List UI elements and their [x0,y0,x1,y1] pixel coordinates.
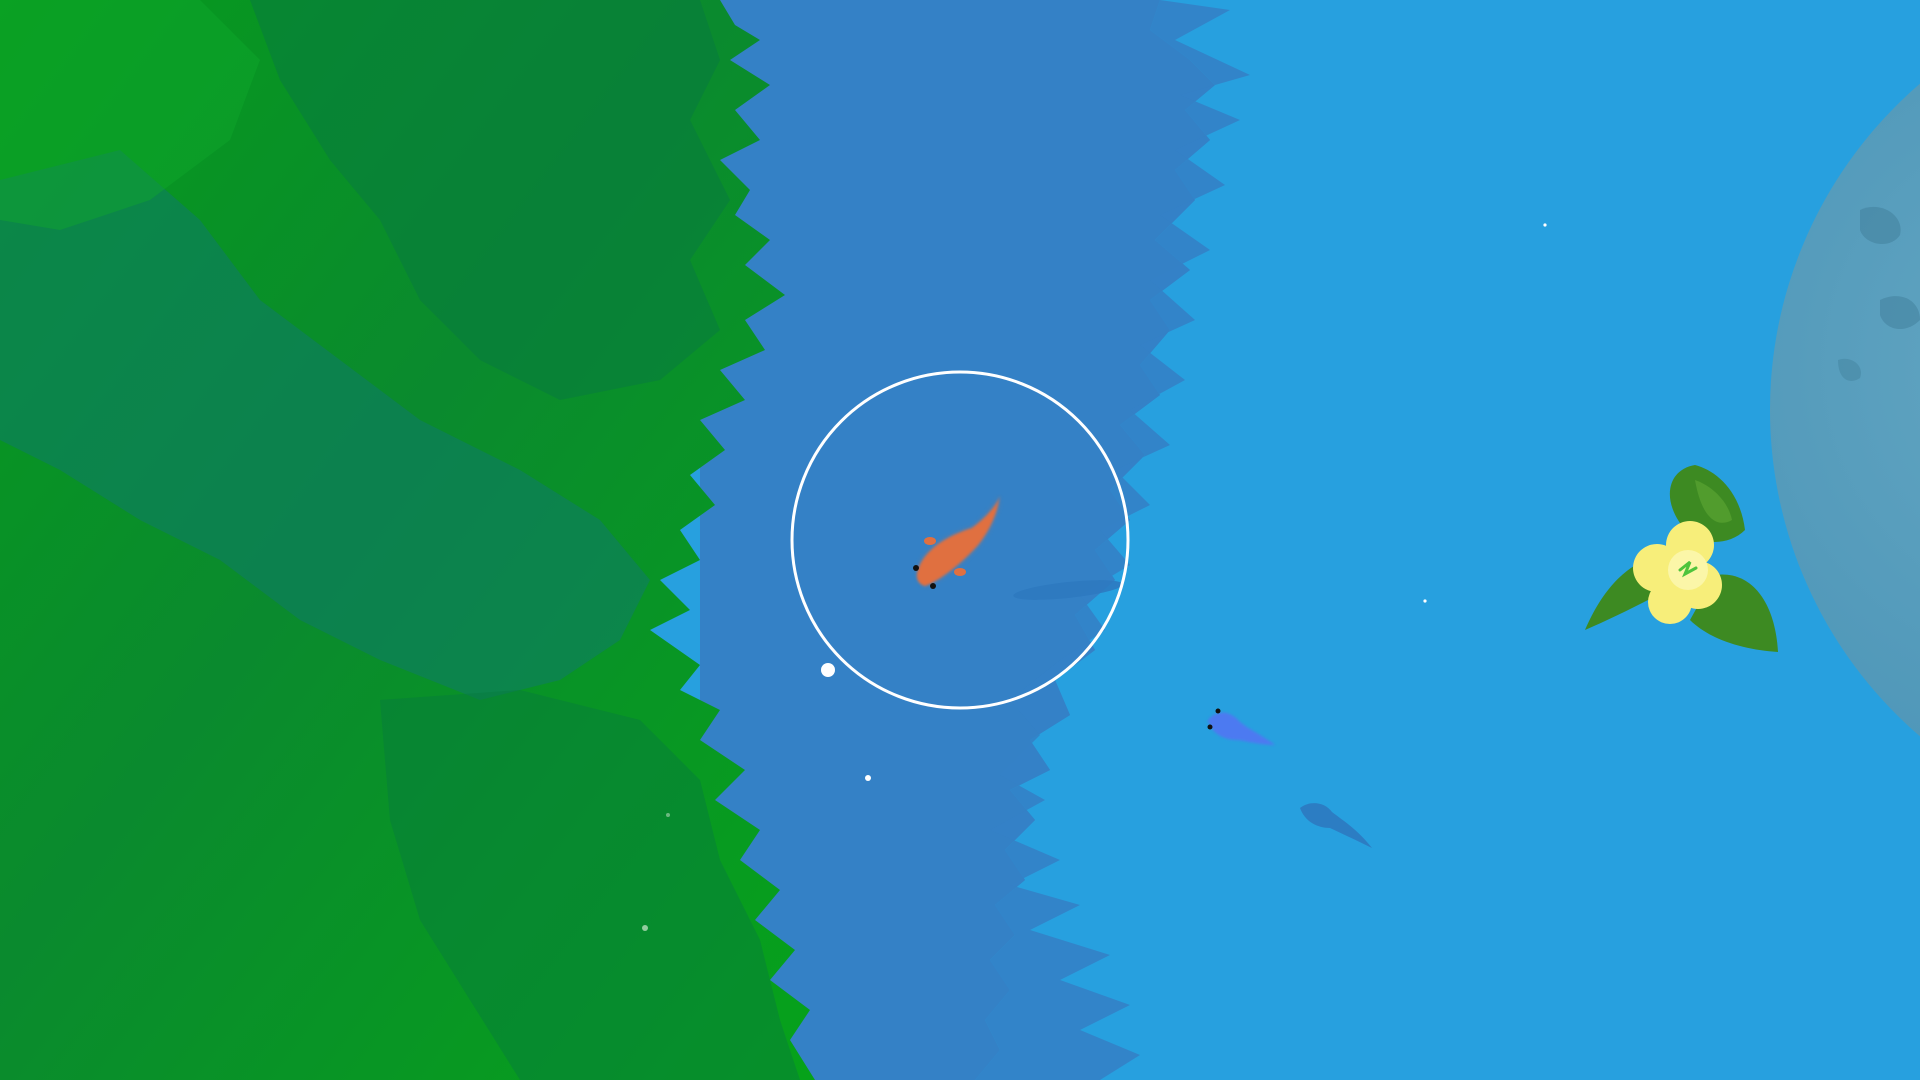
fish-eye [1207,724,1213,730]
fish-eye [913,565,919,571]
food-pellet[interactable] [1543,223,1547,227]
food-pellet[interactable] [865,775,871,781]
food-pellet[interactable] [821,663,835,677]
game-viewport[interactable] [0,0,1920,1080]
grass-sparkle [642,925,648,931]
fish-eye [1215,708,1221,714]
fish-eye [930,583,936,589]
game-scene[interactable] [0,0,1920,1080]
food-pellet[interactable] [1423,599,1427,603]
grass-sparkle [666,813,670,817]
